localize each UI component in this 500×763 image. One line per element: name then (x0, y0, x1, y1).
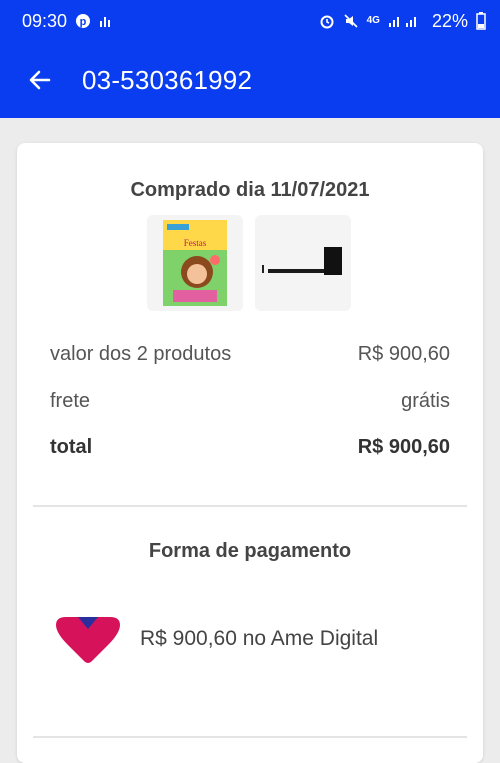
back-arrow-icon[interactable] (26, 66, 54, 94)
payment-method-text: R$ 900,60 no Ame Digital (140, 627, 379, 650)
pinterest-notification-icon: p (75, 13, 91, 29)
bottom-divider (33, 736, 467, 738)
total-value: R$ 900,60 (357, 436, 450, 458)
page-title: 03-530361992 (82, 64, 253, 95)
ame-digital-logo-icon (52, 611, 124, 672)
purchase-date: Comprado dia 11/07/2021 (130, 179, 370, 201)
status-bar: 09:30 p 4G 22% (0, 0, 500, 42)
product-thumbnail-soundbar[interactable] (255, 215, 351, 311)
mute-icon (343, 13, 359, 29)
product-thumbnail-book[interactable]: Festas (147, 215, 243, 311)
signal-strength-icon (388, 14, 424, 28)
alarm-icon (319, 13, 335, 29)
shipping-value: grátis (401, 390, 450, 412)
products-value-label: valor dos 2 produtos (50, 343, 232, 365)
battery-charging-icon (476, 12, 486, 30)
shipping-label: frete (50, 390, 91, 412)
book-cover-thumbnail-icon: Festas (163, 220, 227, 306)
shipping-row: frete grátis (50, 390, 450, 413)
total-row: total R$ 900,60 (50, 436, 450, 459)
svg-text:Festas: Festas (184, 238, 207, 248)
total-label: total (50, 436, 93, 458)
products-value-amount: R$ 900,60 (357, 343, 450, 365)
signal-activity-icon (99, 14, 113, 28)
product-thumbnails: Festas (147, 215, 351, 311)
order-card: Comprado dia 11/07/2021 Festas valor dos… (17, 143, 483, 763)
battery-percent: 22% (431, 10, 468, 31)
app-bar: 03-530361992 (0, 42, 500, 118)
products-value-row: valor dos 2 produtos R$ 900,60 (50, 343, 450, 366)
status-time: 09:30 (22, 10, 68, 31)
status-left: 09:30 p (22, 11, 113, 32)
soundbar-thumbnail-icon (262, 247, 342, 275)
payment-section-title: Forma de pagamento (148, 540, 352, 562)
status-right: 4G 22% (319, 11, 486, 32)
section-divider (33, 505, 467, 507)
svg-text:p: p (80, 16, 87, 28)
network-type: 4G (366, 15, 380, 26)
